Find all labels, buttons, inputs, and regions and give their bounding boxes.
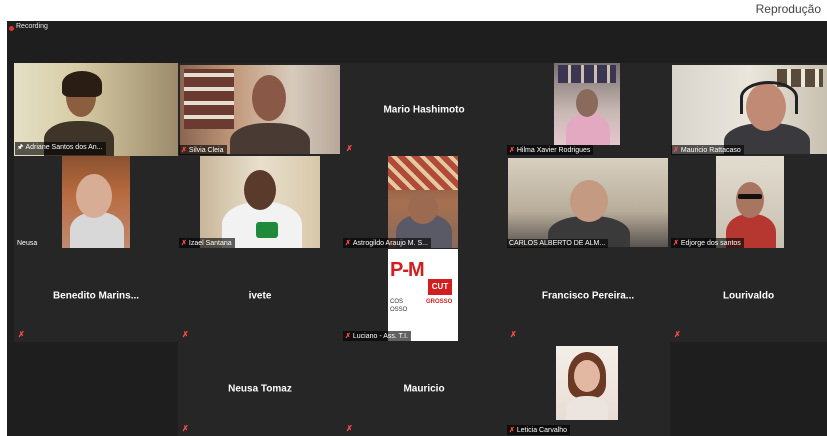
participant-tile-carlos[interactable]: CARLOS ALBERTO DE ALM... xyxy=(506,156,670,249)
participant-tile-izael[interactable]: ✗ Izael Santana xyxy=(178,156,342,249)
participant-name: Neusa Tomaz xyxy=(228,383,292,395)
person-shape xyxy=(576,89,598,117)
participant-name-label: ✗ Mauricio Rattacaso xyxy=(671,145,744,155)
person-shape xyxy=(570,180,608,222)
participant-tile-silvia[interactable]: ✗ Silvia Cleia xyxy=(178,63,342,156)
participant-tile-ivete[interactable]: ivete ✗ xyxy=(178,249,342,342)
participant-tile-luciano[interactable]: P-M CUT COS OSSO GROSSO ✗ Luciano - Ass. … xyxy=(342,249,506,342)
participant-name-label: ✗ Izael Santana xyxy=(179,238,235,248)
participant-name-label: 🖈︎ Adriane Santos dos An... xyxy=(15,142,106,155)
video-feed xyxy=(716,156,784,248)
person-shape xyxy=(566,113,610,145)
meeting-window: Recording 🖈︎ Adriane Santos dos An... ✗ Si… xyxy=(7,21,827,436)
person-shape xyxy=(244,170,276,210)
participant-name-label: ✗ Astrogildo Araujo M. S... xyxy=(343,238,431,248)
participant-tile-benedito[interactable]: Benedito Marins... ✗ xyxy=(14,249,178,342)
recording-dot-icon xyxy=(9,26,14,31)
participant-name-label: ✗ Leticia Carvalho xyxy=(507,425,571,435)
muted-mic-icon: ✗ xyxy=(346,144,353,153)
pin-icon: 🖈︎ xyxy=(17,144,24,151)
person-shape xyxy=(574,360,600,392)
participant-name: Mauricio xyxy=(403,383,445,395)
video-feed: P-M CUT COS OSSO GROSSO xyxy=(388,249,458,341)
muted-mic-icon: ✗ xyxy=(182,330,189,339)
person-shape xyxy=(230,123,310,154)
shirt-print-shape xyxy=(256,222,278,238)
muted-mic-icon: ✗ xyxy=(509,147,515,154)
participant-tile-leticia[interactable]: ✗ Leticia Carvalho xyxy=(506,342,670,436)
wall-photos-shape xyxy=(558,65,616,83)
person-shape xyxy=(408,192,438,224)
participant-tile-neusa-tomaz[interactable]: Neusa Tomaz ✗ xyxy=(178,342,342,436)
union-logo: P-M CUT COS OSSO GROSSO xyxy=(388,255,458,325)
person-shape xyxy=(736,182,764,218)
video-feed xyxy=(200,156,320,248)
participant-name-label: ✗ Hilma Xavier Rodrigues xyxy=(507,145,594,155)
participant-tile-mario[interactable]: Mario Hashimoto ✗ xyxy=(342,63,506,156)
participant-tile-edjorge[interactable]: ✗ Edjorge dos santos xyxy=(670,156,827,249)
hair-shape xyxy=(62,71,102,97)
logo-text-top: P-M xyxy=(390,259,425,281)
participant-name-label: ✗ Luciano - Ass. T.I. xyxy=(343,331,411,341)
muted-mic-icon: ✗ xyxy=(673,147,679,154)
muted-mic-icon: ✗ xyxy=(18,330,25,339)
participant-tile-francisco[interactable]: Francisco Pereira... ✗ xyxy=(506,249,670,342)
person-shape xyxy=(566,396,608,420)
participant-name-label: Neusa xyxy=(17,240,38,247)
photo-credit: Reprodução xyxy=(755,2,821,16)
video-feed xyxy=(508,158,668,247)
person-shape xyxy=(76,174,112,218)
pillow-pattern-shape xyxy=(388,156,458,190)
glasses-shape xyxy=(738,194,762,199)
muted-mic-icon: ✗ xyxy=(181,240,187,247)
video-feed xyxy=(62,156,130,248)
logo-text-right: GROSSO xyxy=(426,299,453,305)
video-feed xyxy=(180,65,340,154)
participant-name: ivete xyxy=(248,290,272,301)
participant-tile-hilma[interactable]: ✗ Hilma Xavier Rodrigues xyxy=(506,63,670,156)
logo-text-left: COS xyxy=(390,299,404,305)
video-feed xyxy=(554,63,620,145)
muted-mic-icon: ✗ xyxy=(182,424,189,433)
participant-tile-neusa[interactable]: Neusa xyxy=(14,156,178,249)
muted-mic-icon: ✗ xyxy=(345,240,351,247)
participant-tile-lourivaldo[interactable]: Lourivaldo ✗ xyxy=(670,249,827,342)
muted-mic-icon: ✗ xyxy=(345,333,351,340)
wall-photos-shape xyxy=(184,69,234,129)
logo-text-bottom: OSSO xyxy=(390,307,408,313)
participant-name: Lourivaldo xyxy=(722,290,775,301)
person-shape xyxy=(252,75,286,121)
participant-name-label: CARLOS ALBERTO DE ALM... xyxy=(507,239,609,248)
logo-badge: CUT xyxy=(428,279,452,295)
headset-shape xyxy=(740,81,798,114)
participant-tile-mauricio[interactable]: Mauricio ✗ xyxy=(342,342,506,436)
participant-name: Benedito Marins... xyxy=(52,290,140,301)
video-feed xyxy=(556,346,618,420)
muted-mic-icon: ✗ xyxy=(510,330,517,339)
recording-indicator: Recording xyxy=(7,21,827,37)
muted-mic-icon: ✗ xyxy=(674,330,681,339)
muted-mic-icon: ✗ xyxy=(509,427,515,434)
participant-name-label: ✗ Edjorge dos santos xyxy=(671,238,744,248)
participant-tile-mauricio-r[interactable]: ✗ Mauricio Rattacaso xyxy=(670,63,827,156)
muted-mic-icon: ✗ xyxy=(673,240,679,247)
participant-name: Francisco Pereira... xyxy=(541,290,635,301)
participant-tile-adriane[interactable]: 🖈︎ Adriane Santos dos An... xyxy=(14,63,178,156)
muted-mic-icon: ✗ xyxy=(346,424,353,433)
participant-name: Mario Hashimoto xyxy=(383,104,465,115)
recording-label: Recording xyxy=(16,23,48,30)
participant-name-label: ✗ Silvia Cleia xyxy=(179,145,227,155)
participant-tile-astrogildo[interactable]: ✗ Astrogildo Araujo M. S... xyxy=(342,156,506,249)
video-feed xyxy=(672,65,827,154)
muted-mic-icon: ✗ xyxy=(181,147,187,154)
video-feed xyxy=(388,156,458,248)
